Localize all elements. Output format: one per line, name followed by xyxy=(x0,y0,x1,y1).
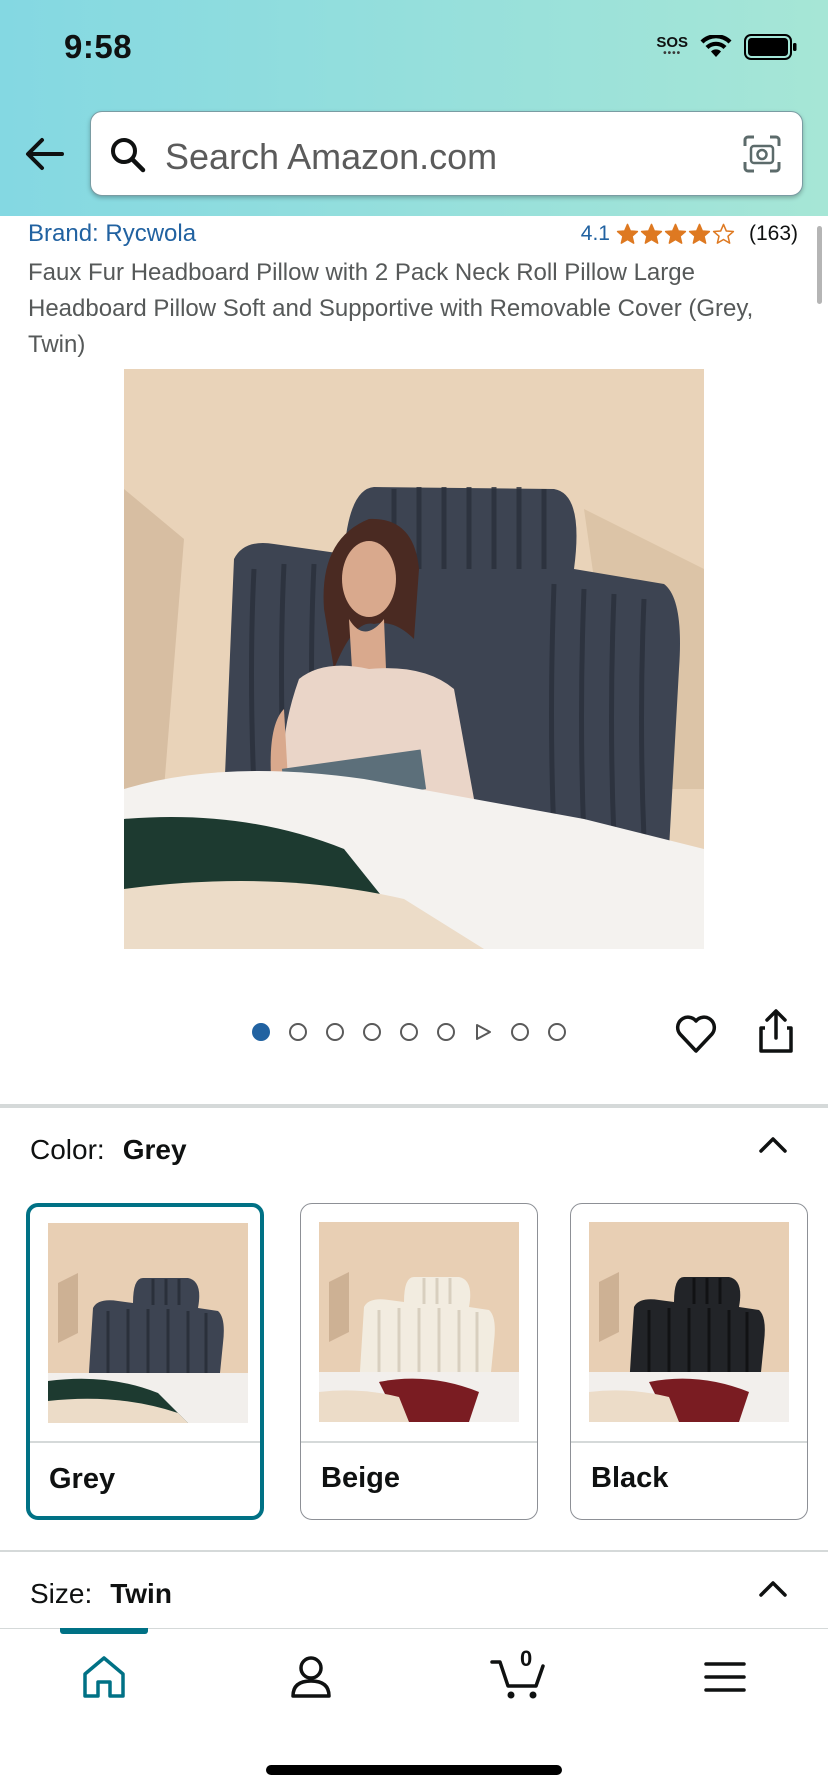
color-label: Color: xyxy=(30,1134,105,1165)
color-option-beige[interactable]: Beige xyxy=(300,1203,538,1520)
review-count: (163) xyxy=(748,222,798,245)
brand-link[interactable]: Brand: Rycwola xyxy=(28,220,196,248)
status-icons: SOS •••• xyxy=(656,34,798,60)
scrollbar[interactable] xyxy=(817,226,822,304)
color-option-label: Grey xyxy=(49,1463,116,1495)
chevron-up-icon[interactable] xyxy=(758,1134,788,1154)
status-time: 9:58 xyxy=(64,28,133,65)
share-icon[interactable] xyxy=(756,1008,796,1054)
active-tab-indicator xyxy=(60,1628,148,1634)
account-icon[interactable] xyxy=(286,1652,336,1702)
video-play-icon[interactable] xyxy=(474,1023,492,1041)
color-option-grey[interactable]: Grey xyxy=(26,1203,264,1520)
section-divider xyxy=(0,1104,828,1108)
color-option-label: Beige xyxy=(321,1462,400,1494)
product-main-image[interactable] xyxy=(124,369,704,949)
pager-dot[interactable] xyxy=(548,1023,566,1041)
image-pager[interactable] xyxy=(252,1023,566,1041)
size-label: Size: xyxy=(30,1578,93,1609)
pager-dot[interactable] xyxy=(326,1023,344,1041)
color-option-label: Black xyxy=(591,1462,669,1494)
selected-size: Twin xyxy=(110,1578,172,1609)
back-arrow-icon[interactable] xyxy=(24,134,66,174)
color-selector-header[interactable]: Color: Grey xyxy=(30,1134,187,1166)
swatch-divider xyxy=(301,1441,537,1443)
pager-dot[interactable] xyxy=(400,1023,418,1041)
cart-count-badge: 0 xyxy=(520,1646,533,1671)
search-placeholder[interactable]: Search Amazon.com xyxy=(165,136,497,178)
pager-dot[interactable] xyxy=(289,1023,307,1041)
star-icon xyxy=(712,223,735,244)
chevron-up-icon[interactable] xyxy=(758,1578,788,1598)
star-icon xyxy=(688,223,711,244)
pager-dot[interactable] xyxy=(363,1023,381,1041)
menu-icon[interactable] xyxy=(700,1652,750,1702)
pager-dot[interactable] xyxy=(437,1023,455,1041)
color-option-black[interactable]: Black xyxy=(570,1203,808,1520)
home-icon[interactable] xyxy=(79,1652,129,1702)
rating-summary[interactable]: 4.1 (163) xyxy=(581,222,798,246)
wifi-icon xyxy=(700,35,732,57)
home-indicator xyxy=(266,1765,562,1775)
star-icon xyxy=(664,223,687,244)
product-title: Faux Fur Headboard Pillow with 2 Pack Ne… xyxy=(28,259,754,358)
section-divider xyxy=(0,1550,828,1552)
sos-indicator: SOS •••• xyxy=(656,34,688,59)
size-selector-header[interactable]: Size: Twin xyxy=(30,1578,172,1610)
search-bar[interactable]: Search Amazon.com xyxy=(90,111,803,196)
search-icon xyxy=(111,138,146,173)
camera-search-icon[interactable] xyxy=(742,134,782,174)
cart-icon[interactable] xyxy=(490,1652,546,1702)
pager-dot[interactable] xyxy=(511,1023,529,1041)
rating-value: 4.1 xyxy=(580,222,610,245)
star-rating xyxy=(616,223,735,246)
star-icon xyxy=(616,223,639,244)
swatch-divider xyxy=(30,1441,260,1443)
star-icon xyxy=(640,223,663,244)
swatch-divider xyxy=(571,1441,807,1443)
selected-color: Grey xyxy=(122,1134,187,1165)
color-thumbnail-grey xyxy=(48,1223,248,1423)
pager-dot[interactable] xyxy=(252,1023,270,1041)
color-thumbnail-black xyxy=(589,1222,789,1422)
battery-icon xyxy=(744,34,797,60)
heart-icon[interactable] xyxy=(674,1012,718,1056)
color-thumbnail-beige xyxy=(319,1222,519,1422)
